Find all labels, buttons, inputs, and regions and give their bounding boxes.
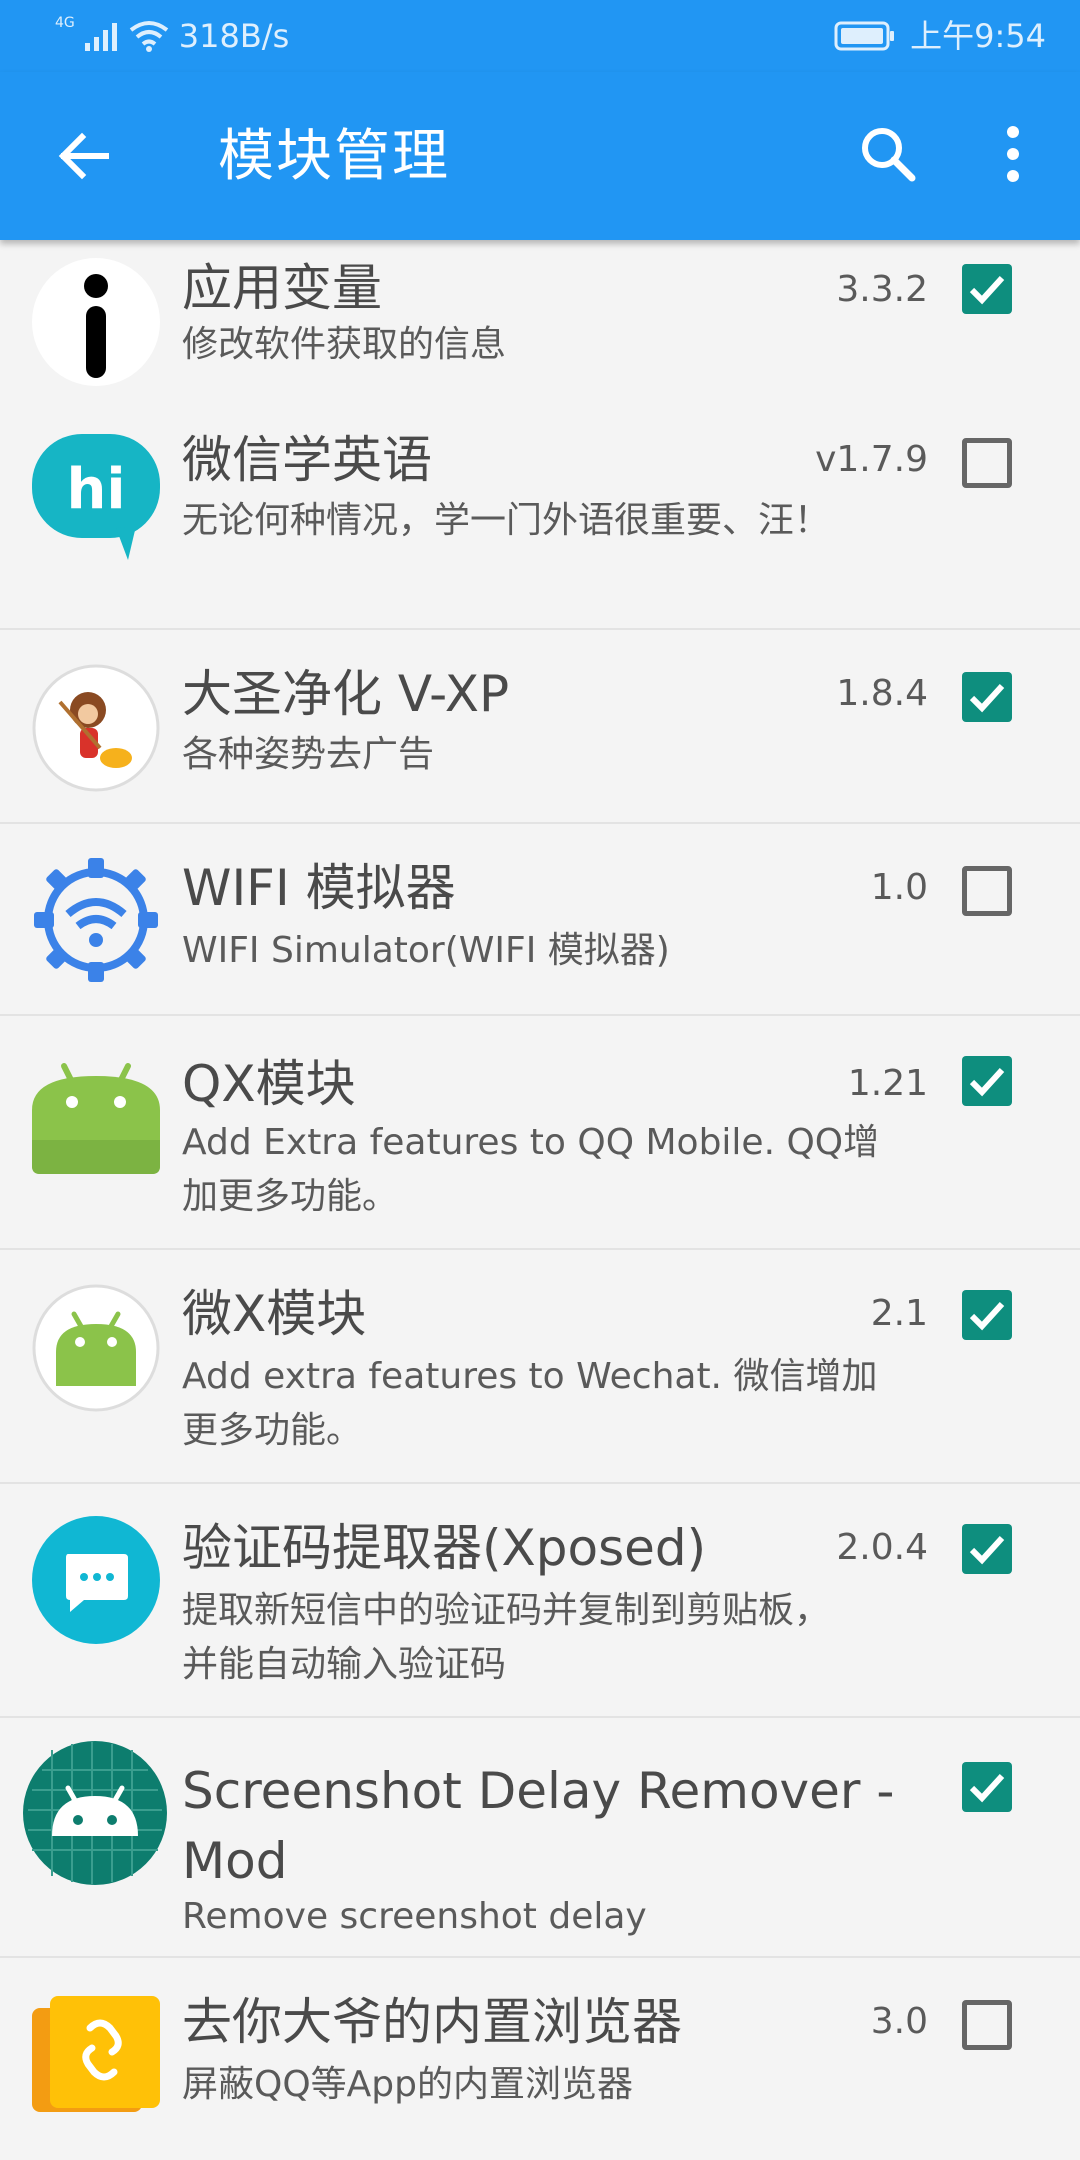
checkmark-icon [969,275,1005,305]
checkmark-icon [969,1067,1005,1097]
status-right: 上午9:54 [834,16,1046,56]
page-title: 模块管理 [218,124,450,189]
network-type-label: 4G [55,15,75,31]
back-button[interactable] [52,124,116,188]
network-speed: 318B/s [178,17,290,55]
module-list[interactable]: 应用变量 3.3.2 修改软件获取的信息 hi 微信学英语 v1.7.9 无论何… [0,240,1080,2160]
module-item[interactable]: 去你大爷的内置浏览器 3.0 屏蔽QQ等App的内置浏览器 [0,1958,1080,2160]
module-enabled-checkbox[interactable] [962,264,1012,314]
checkmark-icon [969,1773,1005,1803]
module-item[interactable]: hi 微信学英语 v1.7.9 无论何种情况，学一门外语很重要、汪！ [0,396,1080,630]
module-version: 3.0 [870,2001,928,2042]
more-vert-icon [1007,126,1019,182]
module-description: 屏蔽QQ等App的内置浏览器 [182,2064,634,2105]
module-version: 1.21 [847,1063,928,1104]
module-version: 2.1 [870,1293,928,1334]
module-description: Remove screenshot delay [182,1896,647,1937]
module-name: QX模块 [182,1055,356,1113]
status-bar: 4G 318B/s 上午9:54 [0,0,1080,72]
module-version: 2.0.4 [836,1527,928,1568]
search-button[interactable] [856,122,920,186]
checkmark-icon [969,1535,1005,1565]
module-enabled-checkbox[interactable] [962,1762,1012,1812]
module-description: Add extra features to Wechat. 微信增加更多功能。 [182,1356,878,1451]
module-enabled-checkbox[interactable] [962,2000,1012,2050]
module-name: Screenshot Delay Remover - Mod [182,1762,895,1890]
signal-icon [84,23,117,51]
sms-code-icon [32,1516,160,1644]
module-description: 各种姿势去广告 [182,734,435,775]
module-version: 1.8.4 [836,673,928,714]
module-enabled-checkbox[interactable] [962,672,1012,722]
module-item[interactable]: WIFI 模拟器 1.0 WIFI Simulator(WIFI 模拟器) [0,824,1080,1016]
wifi-icon [129,21,168,52]
module-description: 无论何种情况，学一门外语很重要、汪！ [182,500,831,541]
android-round-icon [32,1284,160,1412]
svg-text:hi: hi [66,457,125,522]
module-version: 3.3.2 [836,269,928,310]
module-enabled-checkbox[interactable] [962,1290,1012,1340]
module-item[interactable]: Screenshot Delay Remover - Mod Remove sc… [0,1718,1080,1958]
module-name: 微X模块 [182,1285,367,1343]
module-name: 微信学英语 [182,431,432,489]
module-name: 应用变量 [182,259,382,317]
clock: 上午9:54 [910,17,1046,55]
module-item[interactable]: 验证码提取器(Xposed) 2.0.4 提取新短信中的验证码并复制到剪贴板，并… [0,1484,1080,1718]
checkmark-icon [969,1301,1005,1331]
android-grid-icon [23,1741,167,1885]
info-app-icon [32,258,160,386]
search-icon [862,128,916,182]
module-version: v1.7.9 [815,439,928,480]
monkey-king-icon [32,664,160,792]
battery-icon [834,21,895,51]
module-item[interactable]: QX模块 1.21 Add Extra features to QQ Mobil… [0,1016,1080,1250]
android-icon [32,1063,160,1174]
module-enabled-checkbox[interactable] [962,1056,1012,1106]
status-left: 4G 318B/s [55,16,289,56]
module-name: 大圣净化 V-XP [182,665,510,723]
arrow-back-icon [58,132,109,180]
module-description: Add Extra features to QQ Mobile. QQ增加更多功… [182,1122,880,1217]
browser-link-icon [32,1996,160,2112]
hi-speech-bubble-icon: hi [32,434,160,560]
module-name: 去你大爷的内置浏览器 [182,1993,682,2051]
module-enabled-checkbox[interactable] [962,438,1012,488]
checkmark-icon [969,683,1005,713]
module-name: WIFI 模拟器 [182,859,456,917]
module-item[interactable]: 大圣净化 V-XP 1.8.4 各种姿势去广告 [0,630,1080,824]
module-name: 验证码提取器(Xposed) [182,1519,707,1577]
wifi-gear-icon [34,858,158,982]
module-item[interactable]: 微X模块 2.1 Add extra features to Wechat. 微… [0,1250,1080,1484]
module-description: 修改软件获取的信息 [182,324,507,365]
app-bar: 模块管理 [0,72,1080,240]
module-description: WIFI Simulator(WIFI 模拟器) [182,930,670,971]
module-description: 提取新短信中的验证码并复制到剪贴板，并能自动输入验证码 [182,1590,831,1685]
module-enabled-checkbox[interactable] [962,866,1012,916]
module-enabled-checkbox[interactable] [962,1524,1012,1574]
overflow-menu-button[interactable] [988,122,1038,186]
module-version: 1.0 [870,867,928,908]
